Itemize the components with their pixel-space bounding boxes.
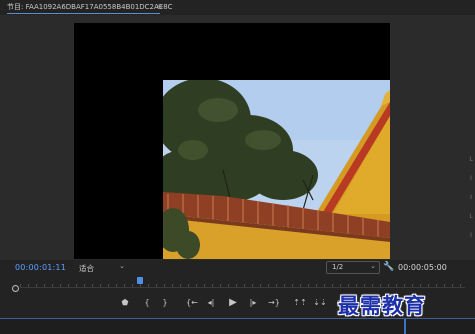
side-glyph-5: I [470,232,472,239]
zoom-knob[interactable] [12,285,19,292]
bottom-marker [404,319,406,334]
timecode-row: 00:00:01:11 适合 ⌄ 1/2 ⌄ 🔧 00:00:05:00 [0,260,475,276]
go-to-out-button[interactable]: →} [266,296,282,310]
go-to-in-button[interactable]: {← [184,296,200,310]
lift-button[interactable]: ⇡⇡ [292,296,308,310]
side-panel-edge: L I I L I [467,150,475,245]
step-back-button[interactable]: ◂| [204,296,218,310]
side-glyph-3: I [470,194,472,201]
chevron-down-icon: ⌄ [370,262,376,270]
play-button[interactable]: ▶ [226,296,240,310]
playhead[interactable] [137,277,144,284]
side-glyph-1: L [469,156,473,163]
extract-button[interactable]: ⇣⇣ [312,296,328,310]
side-glyph-4: L [469,213,473,220]
panel-menu-icon[interactable]: ≡ [156,1,163,13]
add-marker-button[interactable]: ⬟ [119,296,131,310]
side-glyph-2: I [470,175,472,182]
watermark-logo: 最需教育 [338,293,426,318]
fit-zoom-value: 适合 [79,264,94,273]
mark-out-button[interactable]: } [160,296,170,310]
fit-zoom-select[interactable]: 适合 ⌄ [79,262,125,273]
chevron-down-icon: ⌄ [119,262,125,270]
video-image [163,80,390,259]
step-forward-button[interactable]: |▸ [246,296,260,310]
resolution-value: 1/2 [332,263,344,271]
mark-in-button[interactable]: { [142,296,152,310]
playback-resolution-select[interactable]: 1/2 ⌄ [326,261,380,274]
wrench-icon[interactable]: 🔧 [383,262,394,272]
duration-timecode: 00:00:05:00 [398,263,447,272]
panel-tab-bar: 节目: FAA1092A6DBAF17A0558B4B01DC2AE8C ≡ [0,0,475,14]
active-tab-indicator [7,13,160,14]
program-monitor-tab[interactable]: 节目: FAA1092A6DBAF17A0558B4B01DC2AE8C [7,0,173,14]
video-frame [74,23,390,259]
current-timecode[interactable]: 00:00:01:11 [15,263,66,272]
ruler-track [20,287,465,288]
